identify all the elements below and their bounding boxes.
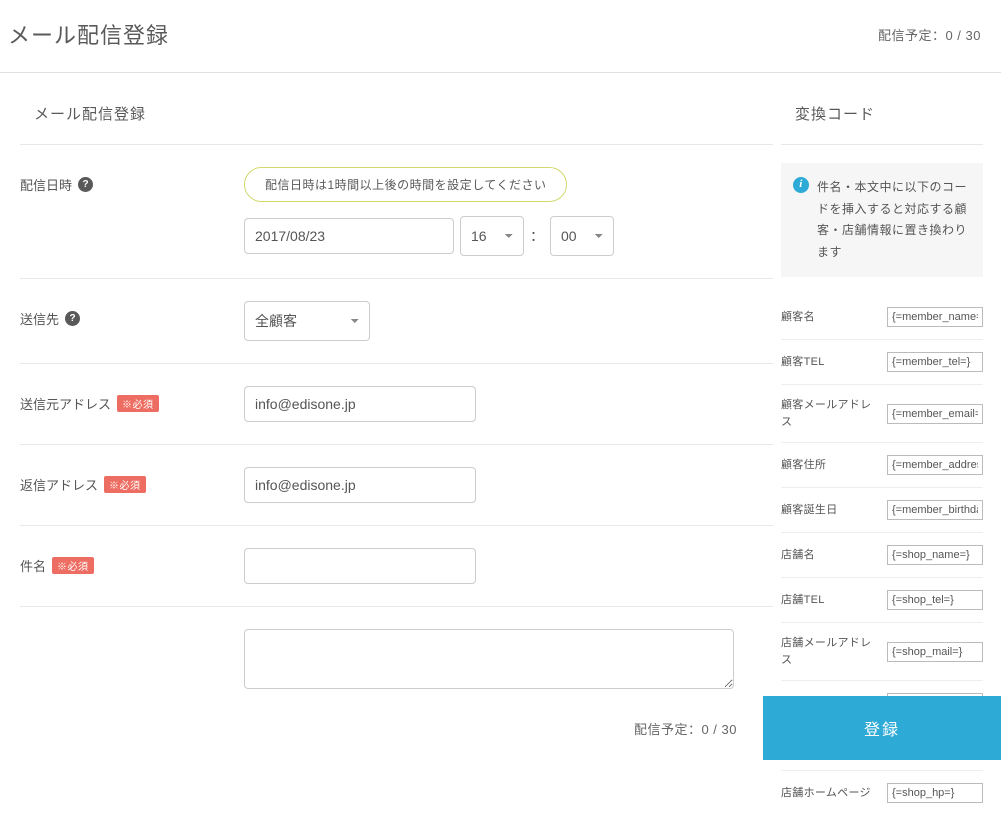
code-label: 顧客メールアドレス [781, 397, 879, 430]
code-value[interactable] [887, 590, 983, 610]
code-label: 顧客誕生日 [781, 502, 879, 519]
help-icon[interactable]: ? [78, 177, 93, 192]
code-label: 店舗TEL [781, 592, 879, 609]
submit-button[interactable]: 登録 [763, 696, 1001, 760]
code-label: 顧客TEL [781, 354, 879, 371]
code-row: 店舗TEL [781, 578, 983, 623]
code-value[interactable] [887, 642, 983, 662]
date-input[interactable] [244, 218, 454, 254]
help-icon[interactable]: ? [65, 311, 80, 326]
code-label: 店舗メールアドレス [781, 635, 879, 668]
code-label: 顧客住所 [781, 457, 879, 474]
code-row: 顧客誕生日 [781, 488, 983, 533]
code-row: 顧客名 [781, 295, 983, 340]
code-value[interactable] [887, 500, 983, 520]
header-counter: 配信予定：0 / 30 [878, 25, 981, 44]
row-reply-address: 返信アドレス ※必須 [20, 445, 773, 526]
row-subject: 件名 ※必須 [20, 526, 773, 607]
body-textarea[interactable] [244, 629, 734, 689]
page-header: メール配信登録 配信予定：0 / 30 [0, 0, 1001, 73]
page-title: メール配信登録 [8, 18, 169, 50]
code-row: 店舗メールアドレス [781, 623, 983, 681]
code-row: 顧客メールアドレス [781, 385, 983, 443]
code-label: 顧客名 [781, 309, 879, 326]
row-from-address: 送信元アドレス ※必須 [20, 364, 773, 445]
label-delivery-datetime: 配信日時 [20, 175, 72, 194]
code-value[interactable] [887, 404, 983, 424]
minute-select[interactable]: 00 [550, 216, 614, 256]
code-value[interactable] [887, 307, 983, 327]
row-body [20, 607, 773, 702]
info-icon: i [793, 177, 809, 193]
footer-counter: 配信予定：0 / 30 [634, 719, 737, 738]
required-badge: ※必須 [117, 395, 159, 412]
code-row: 顧客TEL [781, 340, 983, 385]
main-section-title: メール配信登録 [20, 73, 773, 145]
required-badge: ※必須 [52, 557, 94, 574]
delivery-hint: 配信日時は1時間以上後の時間を設定してください [244, 167, 567, 202]
footer: 配信予定：0 / 30 登録 [0, 696, 1001, 760]
code-label: 店舗名 [781, 547, 879, 564]
code-value[interactable] [887, 455, 983, 475]
sidebar-note: i 件名・本文中に以下のコードを挿入すると対応する顧客・店舗情報に置き換わります [781, 163, 983, 277]
time-colon: ： [530, 226, 544, 246]
row-delivery-datetime: 配信日時 ? 配信日時は1時間以上後の時間を設定してください 16 ： 00 [20, 145, 773, 279]
row-recipient: 送信先 ? 全顧客 [20, 279, 773, 364]
recipient-select[interactable]: 全顧客 [244, 301, 370, 341]
subject-input[interactable] [244, 548, 476, 584]
required-badge: ※必須 [104, 476, 146, 493]
reply-address-input[interactable] [244, 467, 476, 503]
hour-select[interactable]: 16 [460, 216, 524, 256]
label-from: 送信元アドレス [20, 394, 111, 413]
label-reply: 返信アドレス [20, 475, 98, 494]
code-value[interactable] [887, 545, 983, 565]
code-row: 店舗ホームページ [781, 771, 983, 815]
label-recipient: 送信先 [20, 309, 59, 328]
code-label: 店舗ホームページ [781, 785, 879, 802]
sidebar-section-title: 変換コード [781, 73, 983, 145]
code-value[interactable] [887, 783, 983, 803]
code-row: 顧客住所 [781, 443, 983, 488]
from-address-input[interactable] [244, 386, 476, 422]
label-subject: 件名 [20, 556, 46, 575]
code-row: 店舗名 [781, 533, 983, 578]
code-value[interactable] [887, 352, 983, 372]
